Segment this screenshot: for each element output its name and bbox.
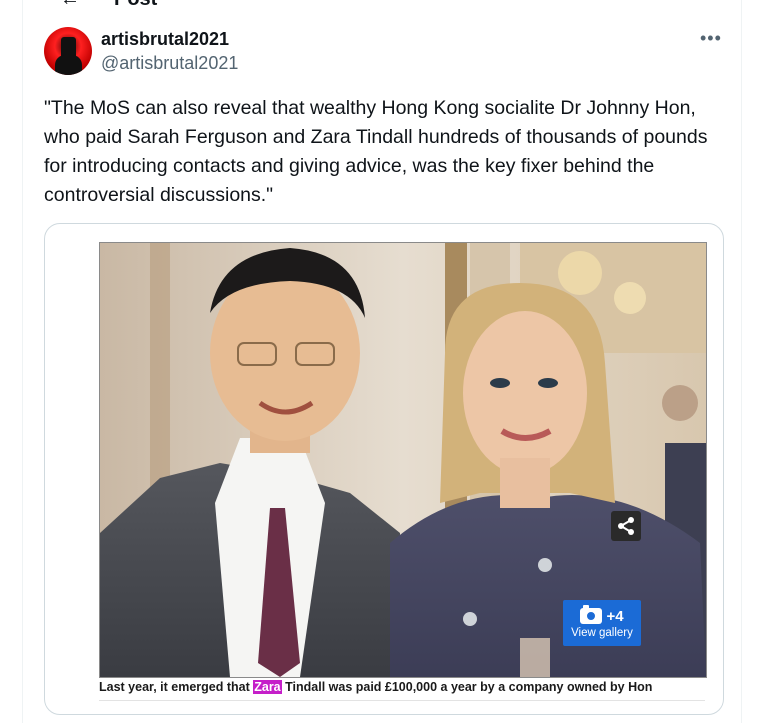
avatar[interactable] <box>44 27 92 75</box>
view-gallery-button[interactable]: +4 View gallery <box>563 600 641 646</box>
caption-highlight: Zara <box>253 680 282 694</box>
author-display-name[interactable]: artisbrutal2021 <box>101 29 229 50</box>
gallery-top: +4 <box>580 605 624 625</box>
caption-text-after: Tindall was paid £100,000 a year by a co… <box>281 680 653 694</box>
share-icon <box>618 517 634 535</box>
author-handle[interactable]: @artisbrutal2021 <box>101 53 238 74</box>
share-button[interactable] <box>611 511 641 541</box>
photo-caption: Last year, it emerged that Zara Tindall … <box>99 680 705 694</box>
avatar-figure-body <box>55 55 82 75</box>
caption-text-before: Last year, it emerged that <box>99 680 254 694</box>
media-card[interactable]: +4 View gallery Last year, it emerged th… <box>44 223 724 715</box>
avatar-figure-head <box>61 37 76 57</box>
caption-divider <box>99 700 705 701</box>
column-border-right <box>741 0 742 723</box>
back-arrow-icon[interactable]: ← <box>60 0 80 11</box>
tweet-text: "The MoS can also reveal that wealthy Ho… <box>44 97 708 206</box>
page-title: Post <box>114 0 157 11</box>
gallery-count: +4 <box>606 607 624 625</box>
camera-icon <box>580 605 603 624</box>
page-header: ← Post <box>60 0 157 14</box>
column-border-left <box>22 0 23 723</box>
more-options-icon[interactable]: ••• <box>700 28 722 49</box>
gallery-label: View gallery <box>571 626 633 639</box>
